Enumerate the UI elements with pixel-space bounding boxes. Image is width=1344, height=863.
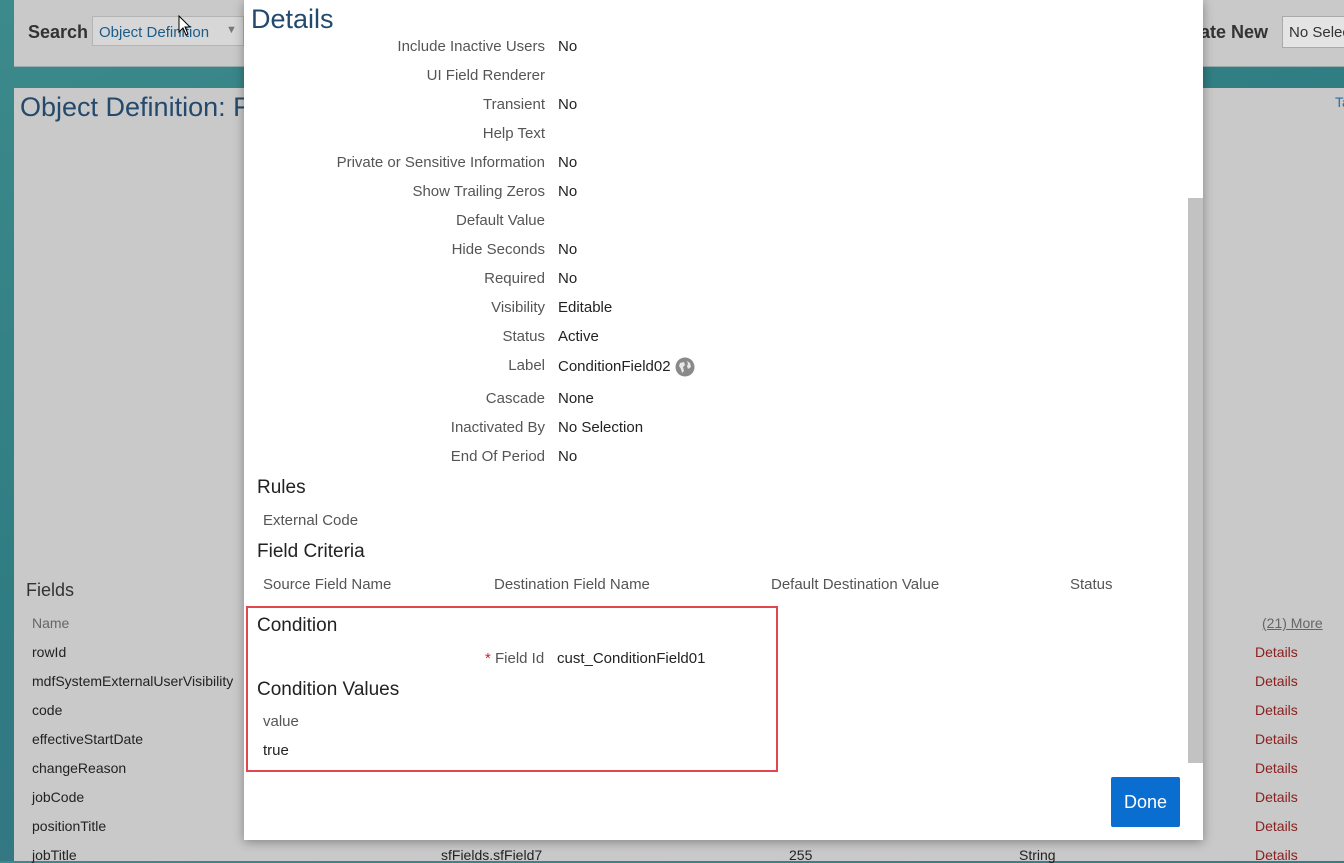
globe-icon[interactable] [675, 357, 695, 377]
required-marker: * [485, 650, 491, 667]
prop-value-status: Active [558, 328, 599, 345]
prop-label-default-value: Default Value [456, 212, 545, 229]
prop-label-include-inactive-users: Include Inactive Users [397, 38, 545, 55]
take-action-link[interactable]: Ta [1335, 94, 1344, 110]
prop-label-transient: Transient [483, 96, 545, 113]
prop-value-label: ConditionField02 [558, 358, 671, 375]
rules-column-external-code: External Code [263, 512, 359, 529]
mouse-pointer-icon [178, 15, 192, 36]
fields-heading: Fields [26, 580, 75, 600]
prop-value-cascade: None [558, 390, 594, 407]
criteria-column-default-destination: Default Destination Value [771, 576, 940, 593]
field-id-label: Field Id [495, 650, 545, 667]
field-details-link[interactable]: Details [1255, 731, 1298, 747]
condition-value-cell: true [263, 742, 289, 759]
field-row-name: jobCode [32, 789, 85, 805]
prop-value-end-of-period: No [558, 448, 578, 465]
prop-label-show-trailing-zeros: Show Trailing Zeros [412, 183, 545, 200]
prop-value-hide-seconds: No [558, 241, 578, 258]
condition-heading: Condition [257, 615, 338, 636]
done-button[interactable]: Done [1111, 777, 1180, 827]
prop-value-include-inactive-users: No [558, 38, 578, 55]
field-row-name: rowId [32, 644, 67, 660]
page-title: Object Definition: F [20, 92, 250, 122]
prop-label-end-of-period: End Of Period [450, 448, 545, 465]
prop-value-visibility: Editable [558, 299, 613, 316]
prop-label-hide-seconds: Hide Seconds [451, 241, 545, 258]
prop-value-show-trailing-zeros: No [558, 183, 578, 200]
field-details-link[interactable]: Details [1255, 673, 1298, 689]
prop-label-cascade: Cascade [485, 390, 545, 407]
field-row-name: mdfSystemExternalUserVisibility [32, 673, 234, 689]
fields-column-name: Name [32, 615, 70, 631]
prop-label-inactivated-by: Inactivated By [450, 419, 545, 436]
field-details-link[interactable]: Details [1255, 789, 1298, 805]
rules-heading: Rules [257, 477, 306, 498]
field-row-name: effectiveStartDate [32, 731, 144, 747]
field-row-name: code [32, 702, 63, 718]
criteria-column-status: Status [1070, 576, 1113, 593]
field-criteria-heading: Field Criteria [257, 541, 365, 562]
dialog-scrollbar[interactable] [1188, 198, 1203, 763]
field-id-value: cust_ConditionField01 [557, 650, 706, 667]
prop-label-private-or-sensitive: Private or Sensitive Information [336, 154, 545, 171]
more-fields-link[interactable]: (21) More [1262, 615, 1323, 631]
prop-label-label: Label [508, 357, 545, 374]
prop-label-visibility: Visibility [491, 299, 545, 316]
prop-label-help-text: Help Text [482, 125, 545, 142]
field-details-link[interactable]: Details [1255, 818, 1298, 834]
prop-value-inactivated-by: No Selection [558, 419, 644, 436]
field-details-link[interactable]: Details [1255, 702, 1298, 718]
chevron-down-icon[interactable]: ▼ [226, 24, 237, 36]
prop-value-private-or-sensitive: No [558, 154, 578, 171]
prop-value-transient: No [558, 96, 578, 113]
condition-values-heading: Condition Values [257, 679, 400, 700]
criteria-column-source-field: Source Field Name [263, 576, 392, 593]
field-details-link[interactable]: Details [1255, 644, 1298, 660]
field-row-name: changeReason [32, 760, 127, 776]
prop-label-ui-field-renderer: UI Field Renderer [426, 67, 545, 84]
condition-values-column-value: value [263, 713, 299, 730]
field-details-link[interactable]: Details [1255, 760, 1298, 776]
criteria-column-destination-field: Destination Field Name [494, 576, 650, 593]
search-label: Search [28, 22, 89, 42]
prop-label-status: Status [502, 328, 545, 345]
prop-value-required: No [558, 270, 578, 287]
dialog-title: Details [251, 4, 334, 34]
create-new-select[interactable]: No Selec [1282, 16, 1344, 48]
field-row-name: positionTitle [32, 818, 107, 834]
prop-label-required: Required [484, 270, 545, 287]
search-type-select[interactable]: Object Definition [92, 16, 244, 46]
